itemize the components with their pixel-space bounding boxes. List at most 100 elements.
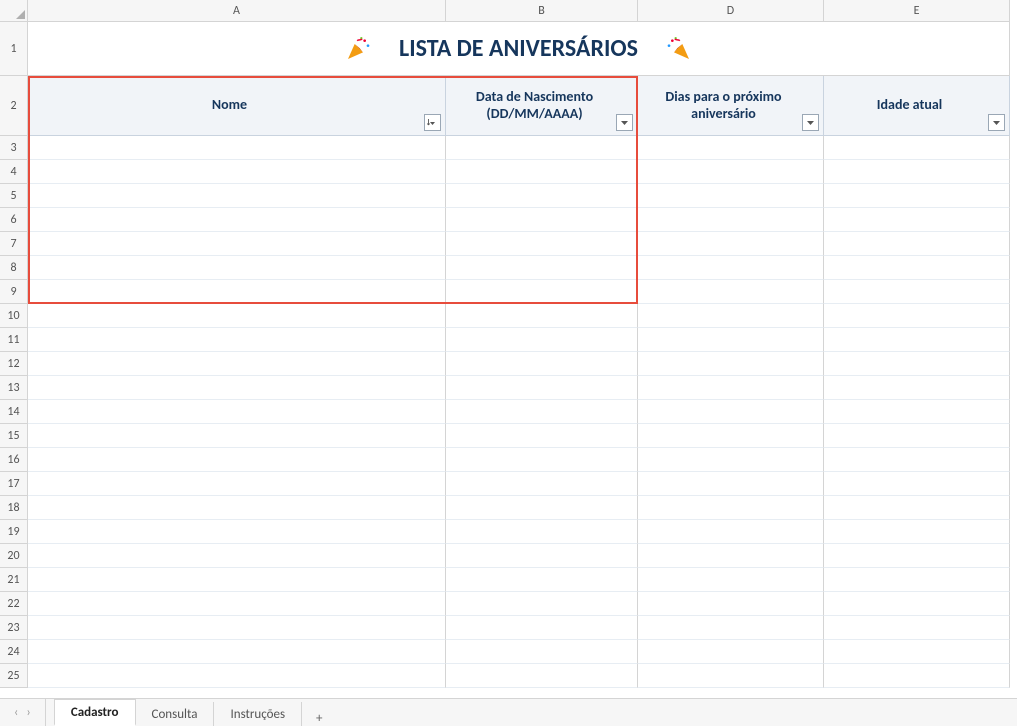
cell[interactable]	[446, 136, 638, 160]
cell[interactable]	[824, 328, 1010, 352]
cell[interactable]	[28, 304, 446, 328]
cell[interactable]	[28, 376, 446, 400]
sheet-tab-instrucoes[interactable]: Instruções	[214, 702, 302, 726]
cell[interactable]	[638, 256, 824, 280]
cell[interactable]	[824, 208, 1010, 232]
row-header-5[interactable]: 5	[0, 184, 28, 208]
filter-button-data[interactable]	[616, 114, 633, 131]
cell[interactable]	[446, 568, 638, 592]
cell[interactable]	[28, 256, 446, 280]
row-header-11[interactable]: 11	[0, 328, 28, 352]
cell[interactable]	[446, 640, 638, 664]
cell[interactable]	[446, 232, 638, 256]
cell[interactable]	[824, 664, 1010, 688]
cell[interactable]	[824, 520, 1010, 544]
cell[interactable]	[638, 424, 824, 448]
cell[interactable]	[638, 664, 824, 688]
row-header-3[interactable]: 3	[0, 136, 28, 160]
cell[interactable]	[28, 280, 446, 304]
column-header-nome[interactable]: Nome	[28, 76, 446, 136]
cell[interactable]	[824, 376, 1010, 400]
cell[interactable]	[446, 448, 638, 472]
cell[interactable]	[28, 448, 446, 472]
cell[interactable]	[28, 472, 446, 496]
row-header-9[interactable]: 9	[0, 280, 28, 304]
cell[interactable]	[824, 592, 1010, 616]
cell[interactable]	[446, 376, 638, 400]
cell[interactable]	[638, 136, 824, 160]
cell[interactable]	[28, 592, 446, 616]
row-header-19[interactable]: 19	[0, 520, 28, 544]
row-header-24[interactable]: 24	[0, 640, 28, 664]
cell[interactable]	[446, 544, 638, 568]
cell[interactable]	[824, 616, 1010, 640]
cell[interactable]	[28, 136, 446, 160]
cell[interactable]	[446, 328, 638, 352]
row-header-22[interactable]: 22	[0, 592, 28, 616]
tab-nav-prev[interactable]: ‹	[14, 705, 18, 720]
cell[interactable]	[446, 496, 638, 520]
cell[interactable]	[638, 304, 824, 328]
row-header-20[interactable]: 20	[0, 544, 28, 568]
cell[interactable]	[638, 280, 824, 304]
title-cell[interactable]: LISTA DE ANIVERSÁRIOS	[28, 22, 1010, 76]
cell[interactable]	[638, 160, 824, 184]
cell[interactable]	[638, 616, 824, 640]
cell[interactable]	[446, 520, 638, 544]
cell[interactable]	[28, 400, 446, 424]
cell[interactable]	[28, 328, 446, 352]
col-header-B[interactable]: B	[446, 0, 638, 22]
cell[interactable]	[446, 160, 638, 184]
cell[interactable]	[824, 424, 1010, 448]
cell[interactable]	[638, 592, 824, 616]
cell[interactable]	[824, 136, 1010, 160]
cell[interactable]	[446, 184, 638, 208]
cell[interactable]	[446, 592, 638, 616]
cell[interactable]	[638, 544, 824, 568]
cell[interactable]	[824, 304, 1010, 328]
row-header-25[interactable]: 25	[0, 664, 28, 688]
cell[interactable]	[824, 472, 1010, 496]
cell[interactable]	[28, 520, 446, 544]
cell[interactable]	[638, 640, 824, 664]
cell[interactable]	[638, 328, 824, 352]
col-header-A[interactable]: A	[28, 0, 446, 22]
cell[interactable]	[824, 184, 1010, 208]
cell[interactable]	[446, 208, 638, 232]
cell[interactable]	[824, 256, 1010, 280]
add-sheet-button[interactable]: +	[302, 711, 336, 726]
cell[interactable]	[638, 520, 824, 544]
row-header-16[interactable]: 16	[0, 448, 28, 472]
row-header-21[interactable]: 21	[0, 568, 28, 592]
row-header-14[interactable]: 14	[0, 400, 28, 424]
row-header-10[interactable]: 10	[0, 304, 28, 328]
row-header-7[interactable]: 7	[0, 232, 28, 256]
column-header-data-nascimento[interactable]: Data de Nascimento (DD/MM/AAAA)	[446, 76, 638, 136]
row-header-1[interactable]: 1	[0, 22, 28, 76]
filter-button-nome[interactable]	[424, 114, 441, 131]
cell[interactable]	[28, 616, 446, 640]
cell[interactable]	[824, 448, 1010, 472]
cell[interactable]	[446, 256, 638, 280]
cell[interactable]	[824, 352, 1010, 376]
sheet-tab-cadastro[interactable]: Cadastro	[54, 699, 136, 726]
cell[interactable]	[824, 544, 1010, 568]
cell[interactable]	[638, 448, 824, 472]
cell[interactable]	[824, 400, 1010, 424]
cell[interactable]	[824, 232, 1010, 256]
cell[interactable]	[28, 208, 446, 232]
cell[interactable]	[446, 472, 638, 496]
cell[interactable]	[28, 544, 446, 568]
cell[interactable]	[638, 496, 824, 520]
cell[interactable]	[28, 496, 446, 520]
cell[interactable]	[28, 640, 446, 664]
cell[interactable]	[28, 232, 446, 256]
cell[interactable]	[824, 496, 1010, 520]
col-header-E[interactable]: E	[824, 0, 1010, 22]
cell[interactable]	[824, 160, 1010, 184]
row-header-2[interactable]: 2	[0, 76, 28, 136]
row-header-6[interactable]: 6	[0, 208, 28, 232]
sheet-tab-consulta[interactable]: Consulta	[136, 702, 215, 726]
cell[interactable]	[638, 184, 824, 208]
cell[interactable]	[638, 208, 824, 232]
